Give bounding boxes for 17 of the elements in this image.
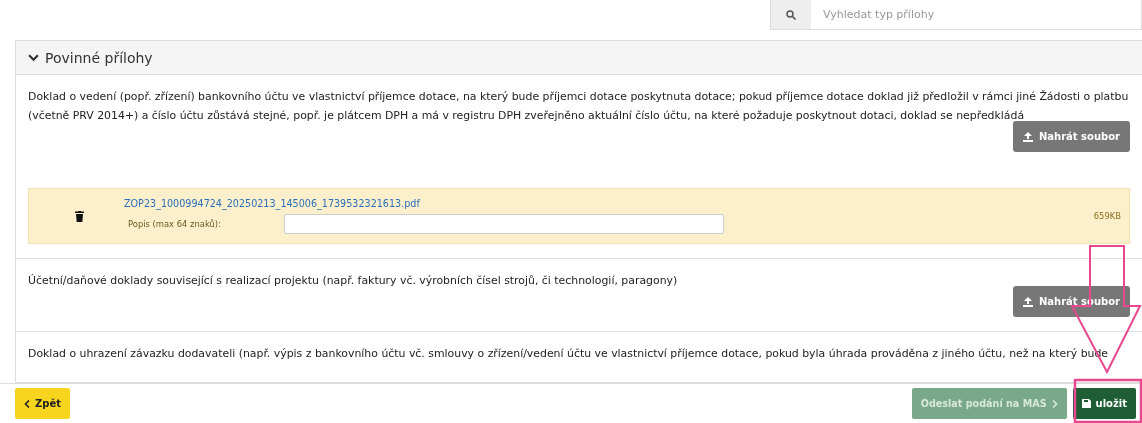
chevron-left-icon [24, 399, 30, 408]
file-size: 659KB [1093, 211, 1122, 221]
chevron-icon [28, 52, 39, 63]
chevron-right-icon [1051, 399, 1058, 408]
attachment-description: Účetní/daňové doklady související s realizací projektu (např. faktury vč. výrobních čísel strojů, či technologií, paragony) [28, 273, 679, 289]
save-button[interactable]: uložit [1072, 388, 1136, 419]
upload-icon [1022, 296, 1033, 307]
file-link[interactable]: ZOP23_1000994724_20250213_145006_1739532321613.pdf [124, 198, 1054, 209]
description-label: Popis (max 64 znaků): [128, 219, 222, 229]
upload-button[interactable]: Nahrát soubor [1012, 121, 1130, 152]
description-input[interactable] [284, 214, 724, 234]
panel-header[interactable]: Povinné přílohy [16, 41, 1142, 75]
search-icon [771, 0, 811, 29]
back-button[interactable]: Zpět [15, 388, 70, 419]
attachment-description: Doklad o vedení (popř. zřízení) bankovního účtu ve vlastnictví příjemce dotace, na který bude příjemci dotace poskytnuta dotace; pokud příjemce dotace doklad již předložil v rámci jiné Žádosti o platbu (včetně PRV 2014+) a číslo účtu zůstává stejné, popř. je plátcem DPH a má v registru DPH zveřejněno aktuální číslo účtu, na které požaduje poskytnout dotaci, doklad se nepředkládá [28, 89, 1130, 124]
trash-icon[interactable] [75, 210, 84, 222]
upload-icon [1022, 131, 1033, 142]
